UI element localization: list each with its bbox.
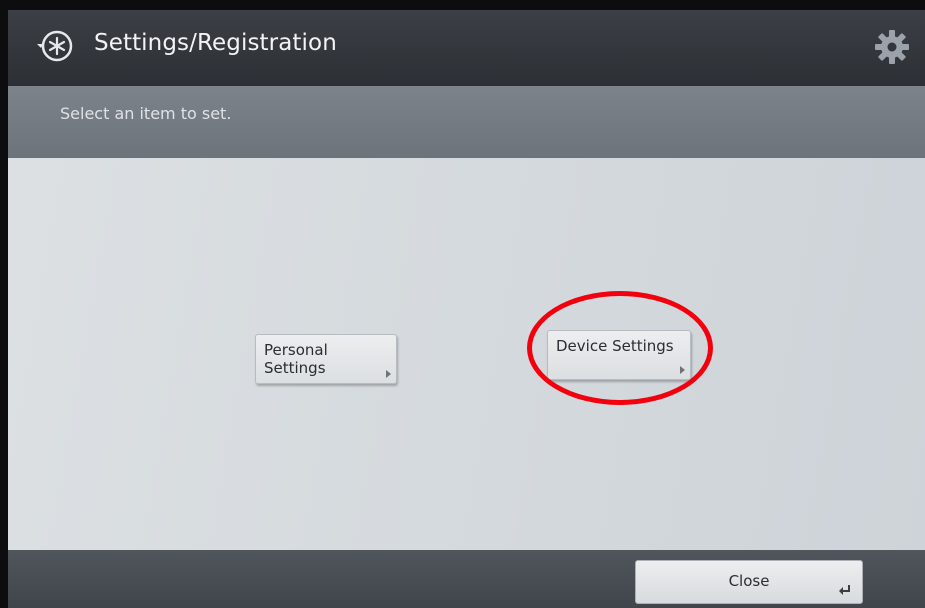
gear-icon[interactable] (873, 28, 911, 66)
settings-registration-icon (37, 30, 73, 62)
close-label: Close (728, 572, 770, 590)
content-area: Personal Settings Device Settings (8, 158, 925, 550)
footer-bar: Close (8, 550, 925, 608)
instruction-text: Select an item to set. (60, 104, 232, 123)
title-bar: Settings/Registration (8, 10, 925, 86)
red-highlight-circle (527, 291, 713, 405)
instruction-bar: Select an item to set. (8, 86, 925, 158)
personal-settings-label: Personal Settings (264, 341, 328, 377)
close-button[interactable]: Close (635, 560, 863, 604)
return-icon (839, 585, 850, 595)
arrow-right-icon (386, 370, 391, 378)
personal-settings-button[interactable]: Personal Settings (255, 334, 397, 384)
page-title: Settings/Registration (94, 30, 337, 56)
device-screen: Settings/Registration Select an item to … (8, 10, 925, 608)
